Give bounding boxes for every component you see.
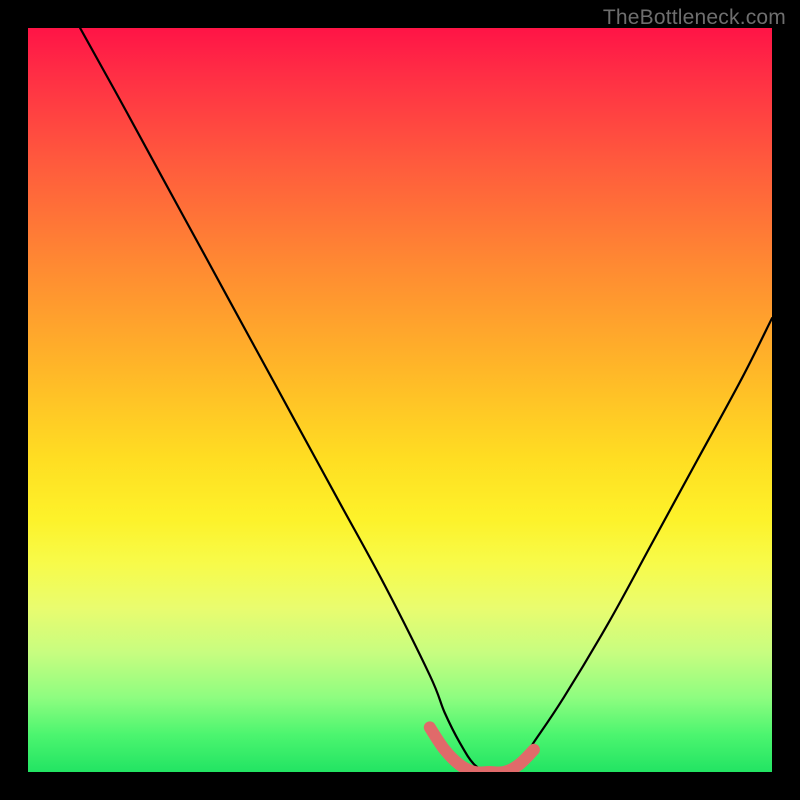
curve-layer	[28, 28, 772, 772]
watermark-text: TheBottleneck.com	[603, 6, 786, 30]
plot-area	[28, 28, 772, 772]
valley-highlight	[430, 727, 534, 772]
main-curve	[80, 28, 772, 772]
chart-stage: TheBottleneck.com	[0, 0, 800, 800]
